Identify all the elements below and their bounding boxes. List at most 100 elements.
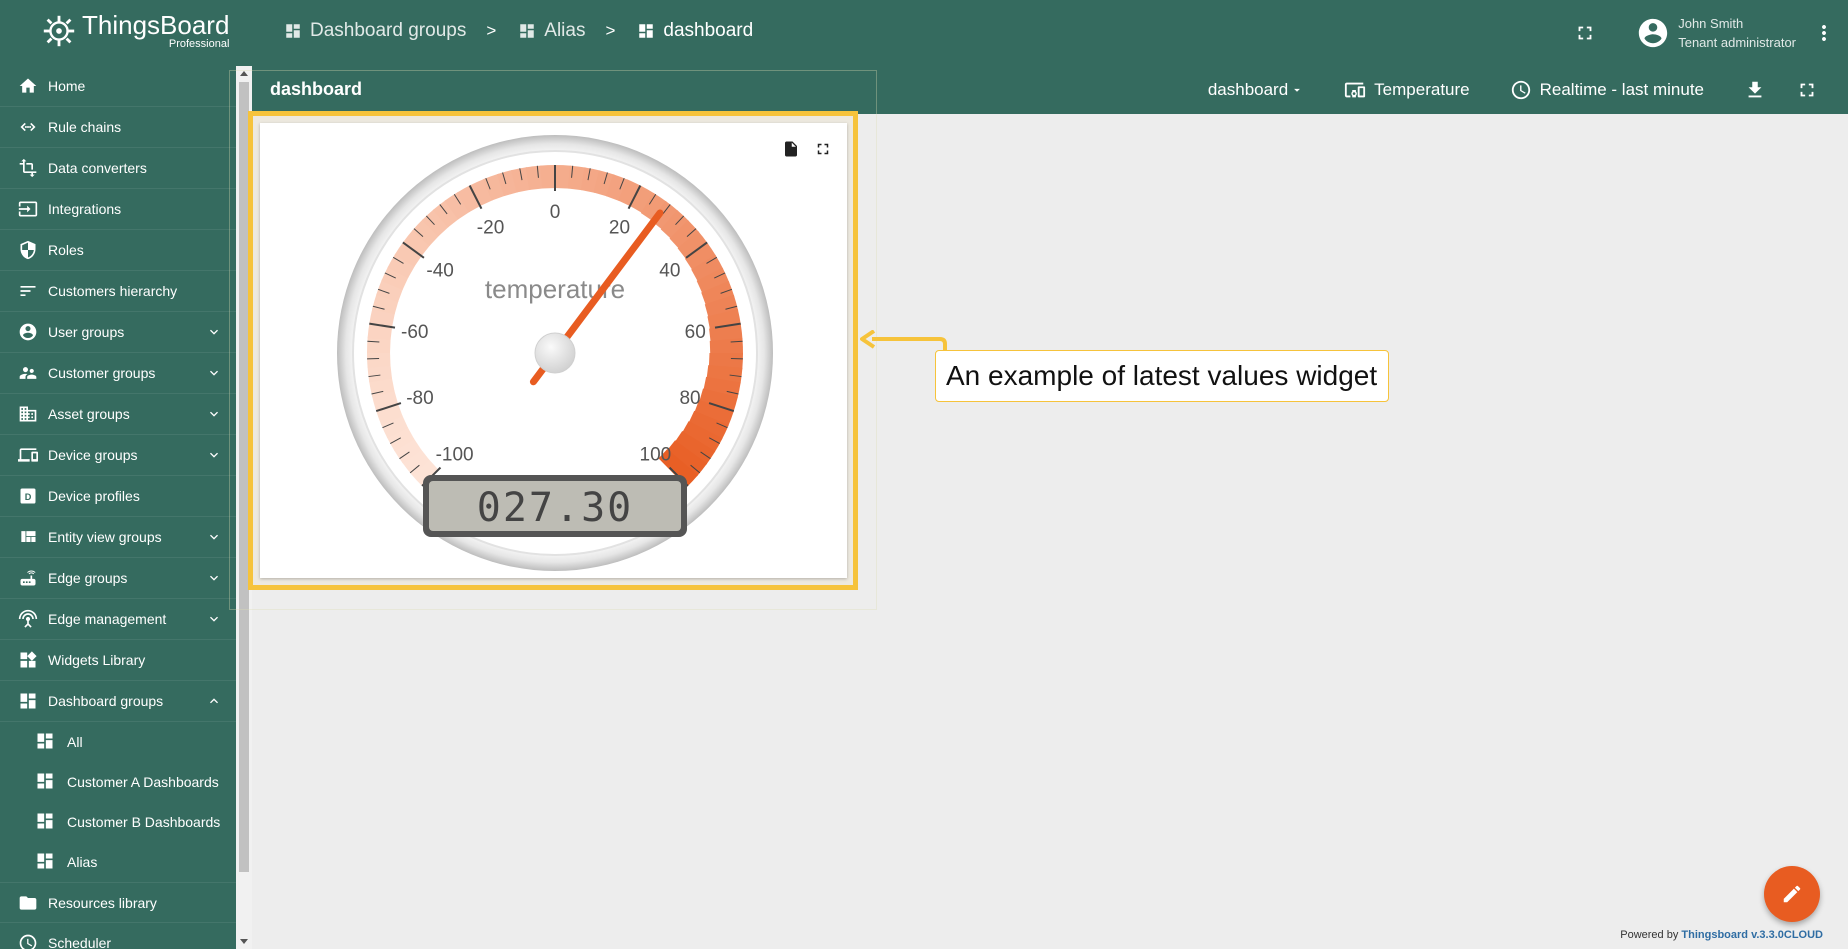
supervisor-icon [18,363,38,383]
sidebar-item-label: Device groups [48,447,138,463]
app-logo[interactable]: ThingsBoard Professional [40,12,229,50]
sidebar-item-dashboard-groups[interactable]: Dashboard groups [0,681,236,722]
dashboard-icon [286,24,300,38]
sidebar-item-label: User groups [48,324,125,340]
sidebar: Home Rule chains Data converters Integra… [0,66,236,949]
chevron-down-icon [210,575,218,581]
sidebar-item-label: Widgets Library [48,652,146,668]
callout-annotation: An example of latest values widget [935,350,1389,402]
gauge-needle-knob [534,332,576,374]
user-role: Tenant administrator [1678,35,1796,50]
app-edition: Professional [168,38,230,50]
state-selector-value: dashboard [1207,80,1289,99]
gauge-tick-label: 100 [640,444,672,465]
gauge-tick-label: 0 [550,202,561,223]
sidebar-item-label: Asset groups [48,406,130,422]
svg-text:D: D [25,492,32,502]
sidebar-subitem-customer-b[interactable]: Customer B Dashboards [0,802,236,842]
devices-other-icon [1345,82,1366,98]
breadcrumb-separator: > [605,21,616,40]
fullscreen-icon[interactable] [1574,22,1596,44]
sidebar-item-integrations[interactable]: Integrations [0,189,236,230]
sidebar-item-device-groups[interactable]: Device groups [0,435,236,476]
sidebar-item-asset-groups[interactable]: Asset groups [0,394,236,435]
view-quilt-icon [18,527,38,547]
rule-chain-icon [18,117,38,137]
download-icon[interactable] [1744,79,1766,101]
sidebar-item-label: Rule chains [48,119,122,135]
breadcrumb-label: Dashboard groups [310,20,467,41]
state-selector[interactable]: dashboard [1208,80,1304,100]
export-icon[interactable] [782,140,800,158]
chevron-down-icon [210,329,218,335]
footer-version-link[interactable]: Thingsboard v.3.3.0CLOUD [1681,929,1823,941]
gauge-tick-label: 60 [685,322,706,343]
gauge-tick-label: -80 [406,388,433,409]
dashboard-icon [18,691,38,711]
top-toolbar: ThingsBoard Professional Dashboard group… [0,0,1848,66]
router-icon [18,568,38,588]
sidebar-item-label: Data converters [48,160,147,176]
sidebar-item-widgets-library[interactable]: Widgets Library [0,640,236,681]
gauge-tick-label: 40 [659,261,680,282]
sidebar-item-scheduler[interactable]: Scheduler [0,923,236,949]
dashboard-icon [35,771,55,794]
sidebar-item-home[interactable]: Home [0,66,236,107]
gauge-widget[interactable]: -100 -80 -60 -40 -20 0 20 40 60 80 100 temperature… [260,123,847,578]
transform-icon [18,158,38,178]
dashboard-icon [35,731,55,754]
user-menu[interactable]: John Smith Tenant administrator [1636,14,1796,52]
sidebar-item-roles[interactable]: Roles [0,230,236,271]
sidebar-subitem-customer-a[interactable]: Customer A Dashboards [0,762,236,802]
entity-alias-button[interactable]: Temperature [1344,79,1470,101]
dashboard-icon [520,24,535,38]
sidebar-item-label: Scheduler [48,935,112,949]
timewindow-label: Realtime - last minute [1539,80,1704,99]
sidebar-item-label: Device profiles [48,488,140,504]
breadcrumb-dashboard-groups[interactable]: Dashboard groups [284,20,466,42]
breadcrumb-alias[interactable]: Alias [518,20,585,42]
more-vert-icon[interactable] [1812,21,1836,45]
fullscreen-icon[interactable] [814,140,832,158]
sidebar-subitem-alias[interactable]: Alias [0,842,236,882]
sidebar-item-rule-chains[interactable]: Rule chains [0,107,236,148]
sidebar-item-edge-groups[interactable]: Edge groups [0,558,236,599]
input-icon [18,199,38,219]
sort-icon [18,281,38,301]
settings-input-antenna-icon [18,609,38,629]
shield-icon [18,240,38,260]
dashboard-icon [639,24,654,38]
home-icon [18,76,38,96]
breadcrumb: Dashboard groups > Alias > dashboard [284,20,753,42]
sidebar-subitem-label: All [67,734,83,750]
edit-dashboard-button[interactable] [1764,866,1820,922]
thingsboard-logo-icon [43,15,75,47]
scroll-down-arrow-icon[interactable] [240,939,248,944]
gauge-tick-label: -60 [401,322,428,343]
sidebar-item-customers-hierarchy[interactable]: Customers hierarchy [0,271,236,312]
account-circle-icon [1639,18,1668,48]
sidebar-subitem-label: Customer A Dashboards [67,774,219,790]
sidebar-item-resources-library[interactable]: Resources library [0,882,236,923]
breadcrumb-label: dashboard [663,20,754,41]
chevron-down-icon [210,370,218,376]
folder-icon [18,893,38,913]
breadcrumb-separator: > [486,21,497,40]
sidebar-item-label: Edge groups [48,570,128,586]
sidebar-subitem-all[interactable]: All [0,722,236,762]
chevron-up-icon [210,698,218,704]
timewindow-button[interactable]: Realtime - last minute [1510,79,1704,101]
device-profile-icon: D [18,486,38,506]
sidebar-item-user-groups[interactable]: User groups [0,312,236,353]
temperature-gauge: -100-80-60-40-20020406080100 temperature… [337,135,773,571]
gauge-tick-label: -40 [426,261,453,282]
sidebar-item-entity-view-groups[interactable]: Entity view groups [0,517,236,558]
sidebar-item-data-converters[interactable]: Data converters [0,148,236,189]
sidebar-item-customer-groups[interactable]: Customer groups [0,353,236,394]
sidebar-item-device-profiles[interactable]: D Device profiles [0,476,236,517]
sidebar-item-label: Customer groups [48,365,156,381]
sidebar-item-label: Resources library [48,894,157,911]
sidebar-item-edge-management[interactable]: Edge management [0,599,236,640]
arrow-drop-down-icon [1294,88,1301,92]
fullscreen-icon[interactable] [1796,79,1818,101]
